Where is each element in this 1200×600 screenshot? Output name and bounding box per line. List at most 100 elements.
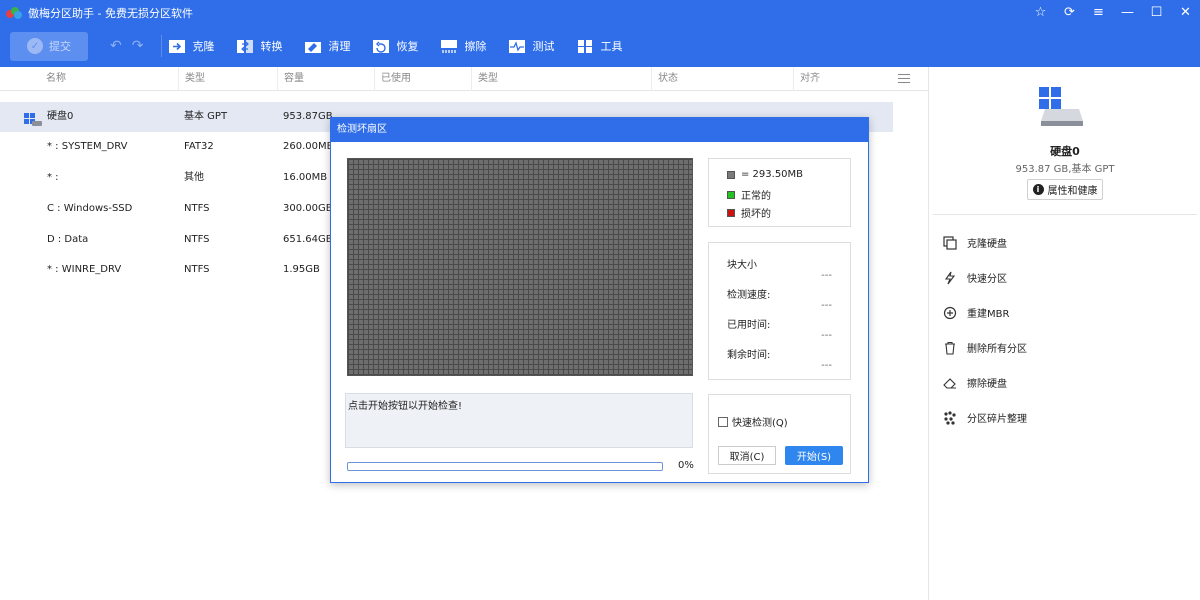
submit-button[interactable]: ✓ 提交 (10, 31, 88, 61)
col-align[interactable]: 对齐 (793, 67, 893, 91)
action-quick-partition[interactable]: 快速分区 (943, 260, 1027, 295)
row-name: * : (47, 172, 59, 183)
info-icon: i (1032, 184, 1044, 195)
sector-block-grid (347, 158, 693, 376)
clean-icon (304, 39, 322, 54)
row-capacity: 300.00GB (283, 203, 333, 214)
cancel-button[interactable]: 取消(C) (718, 446, 776, 465)
speed-label: 检测速度: (727, 290, 771, 301)
col-fs-type[interactable]: 类型 (471, 67, 651, 91)
toolbar-clone[interactable]: 克隆 (168, 38, 214, 54)
row-type: NTFS (184, 234, 210, 245)
elapsed-value: --- (821, 330, 832, 341)
action-label: 擦除硬盘 (967, 379, 1007, 390)
legend-bad-label: 损坏的 (741, 209, 771, 220)
col-status[interactable]: 状态 (651, 67, 793, 91)
title-bar: 傲梅分区助手 - 免费无损分区软件 ☆ ⟳ ≡ — ☐ ✕ (0, 0, 1200, 25)
redo-icon[interactable]: ↷ (132, 38, 144, 54)
legend-normal-label: 正常的 (741, 191, 771, 202)
toolbar-recover[interactable]: 恢复 (372, 38, 418, 54)
menu-icon[interactable]: ≡ (1084, 0, 1113, 25)
row-name: C : Windows-SSD (47, 203, 133, 214)
elapsed-label: 已用时间: (727, 320, 771, 331)
lightning-icon (943, 271, 957, 285)
action-delete-all-partitions[interactable]: 删除所有分区 (943, 330, 1027, 365)
progress-bar (347, 462, 663, 471)
dialog-title: 检测坏扇区 (331, 118, 868, 142)
legend-bad: 损坏的 (727, 205, 771, 220)
trash-icon (943, 341, 957, 355)
toolbar-tools-label: 工具 (600, 40, 623, 53)
quick-check-checkbox[interactable]: 快速检测(Q) (718, 414, 788, 429)
toolbar-convert[interactable]: 转换 (236, 38, 282, 54)
action-defrag[interactable]: 分区碎片整理 (943, 400, 1027, 435)
toolbar-wipe-label: 擦除 (464, 40, 487, 53)
toolbar-wipe[interactable]: 擦除 (440, 38, 486, 54)
quick-check-label: 快速检测(Q) (732, 418, 788, 429)
properties-health-button[interactable]: i 属性和健康 (1027, 179, 1103, 200)
minimize-button[interactable]: — (1113, 0, 1142, 25)
row-name: * : SYSTEM_DRV (47, 141, 128, 152)
disk-info: 953.87 GB,基本 GPT (1015, 164, 1115, 175)
row-capacity: 1.95GB (283, 264, 320, 275)
col-name[interactable]: 名称 (40, 67, 178, 91)
row-capacity: 953.87GB (283, 111, 333, 122)
toolbar: ✓ 提交 ↶ ↷ 克隆 转换 清理 恢复 擦除 测试 工具 (0, 25, 1200, 67)
speed-value: --- (821, 300, 832, 311)
bad-swatch (727, 208, 735, 217)
eraser-icon (943, 376, 957, 390)
maximize-button[interactable]: ☐ (1142, 0, 1171, 25)
row-type: 基本 GPT (184, 111, 228, 122)
normal-swatch (727, 190, 735, 199)
wipe-icon (440, 39, 458, 54)
bad-sector-dialog: 检测坏扇区 = 293.50MB 正常的 损坏的 块大小 --- 检测速度: -… (330, 117, 869, 483)
star-icon[interactable]: ☆ (1026, 0, 1055, 25)
action-clone-disk[interactable]: 克隆硬盘 (943, 225, 1027, 260)
toolbar-convert-label: 转换 (260, 40, 283, 53)
progress-percent: 0% (678, 460, 694, 471)
legend-block-label: = 293.50MB (741, 169, 804, 180)
clone-disk-icon (943, 235, 957, 250)
start-button[interactable]: 开始(S) (785, 446, 843, 465)
checkbox-box[interactable] (718, 416, 728, 427)
recover-icon (372, 39, 390, 54)
col-used[interactable]: 已使用 (374, 67, 471, 91)
action-label: 分区碎片整理 (967, 414, 1027, 425)
toolbar-clean[interactable]: 清理 (304, 38, 350, 54)
column-header: 名称 类型 容量 已使用 类型 状态 对齐 (0, 67, 928, 91)
row-name: 硬盘0 (47, 111, 74, 122)
row-name: D : Data (47, 234, 89, 245)
action-wipe-disk[interactable]: 擦除硬盘 (943, 365, 1027, 400)
app-title: 傲梅分区助手 - 免费无损分区软件 (28, 6, 193, 20)
refresh-icon[interactable]: ⟳ (1055, 0, 1084, 25)
submit-label: 提交 (49, 40, 71, 53)
panel-divider (933, 214, 1197, 215)
action-label: 克隆硬盘 (967, 239, 1007, 250)
row-capacity: 16.00MB (283, 172, 328, 183)
right-panel: 硬盘0 953.87 GB,基本 GPT i 属性和健康 克隆硬盘 快速分区 重… (928, 67, 1200, 600)
test-icon (508, 39, 526, 54)
toolbar-clone-label: 克隆 (192, 40, 215, 53)
col-capacity[interactable]: 容量 (277, 67, 374, 91)
action-rebuild-mbr[interactable]: 重建MBR (943, 295, 1027, 330)
block-swatch (727, 170, 735, 179)
toolbar-divider (161, 35, 163, 57)
clone-icon (168, 39, 186, 54)
legend-normal: 正常的 (727, 187, 771, 202)
close-button[interactable]: ✕ (1171, 0, 1200, 25)
remaining-value: --- (821, 360, 832, 371)
col-type[interactable]: 类型 (178, 67, 277, 91)
action-label: 删除所有分区 (967, 344, 1027, 355)
toolbar-test-label: 测试 (532, 40, 555, 53)
tools-icon (576, 39, 594, 54)
column-menu-icon[interactable] (898, 74, 910, 86)
app-logo-icon (6, 6, 22, 19)
toolbar-tools[interactable]: 工具 (576, 38, 622, 54)
toolbar-recover-label: 恢复 (396, 40, 419, 53)
defrag-icon (943, 410, 957, 425)
toolbar-test[interactable]: 测试 (508, 38, 554, 54)
row-capacity: 260.00MB (283, 141, 334, 152)
undo-icon[interactable]: ↶ (110, 38, 122, 54)
check-icon: ✓ (27, 38, 43, 54)
legend-box: = 293.50MB 正常的 损坏的 (708, 158, 851, 227)
